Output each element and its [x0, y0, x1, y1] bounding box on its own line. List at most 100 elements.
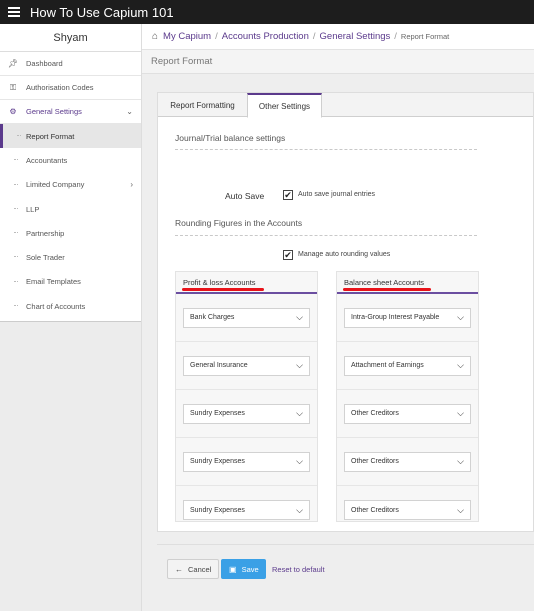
sidebar-item-limited-company[interactable]: Limited Company ›: [0, 172, 141, 197]
annotation-underline: [343, 288, 431, 291]
account-select[interactable]: General Insurance ⌵: [183, 355, 310, 376]
breadcrumb-separator: /: [312, 31, 316, 42]
sidebar-item-label: Chart of Accounts: [26, 301, 86, 311]
breadcrumb-accounts-production[interactable]: Accounts Production: [222, 31, 309, 42]
chevron-down-icon: ⌵: [457, 360, 464, 370]
submenu-end: [0, 318, 141, 323]
sidebar-item-label: Email Templates: [26, 277, 81, 287]
key-icon: ⚿: [9, 82, 17, 92]
breadcrumb: ⌂ My Capium / Accounts Production / Gene…: [142, 24, 534, 50]
sidebar-item-authorisation-codes[interactable]: ⚿ Authorisation Codes: [0, 76, 141, 100]
select-value: Bank Charges: [190, 314, 235, 321]
sidebar-item-report-format[interactable]: Report Format: [0, 124, 141, 149]
sidebar-item-chart-of-accounts[interactable]: Chart of Accounts: [0, 294, 141, 319]
account-select[interactable]: Other Creditors ⌵: [344, 500, 471, 520]
profit-loss-title: Profit & loss Accounts: [183, 277, 256, 287]
chevron-down-icon: ⌄: [126, 107, 133, 116]
breadcrumb-general-settings[interactable]: General Settings: [320, 31, 391, 42]
sidebar-item-accountants[interactable]: Accountants: [0, 148, 141, 173]
divider: [175, 235, 477, 236]
breadcrumb-my-capium[interactable]: My Capium: [163, 31, 211, 42]
checkmark-icon: ✔: [284, 249, 292, 260]
pin-icon: 📌︎: [7, 59, 19, 68]
breadcrumb-separator: /: [394, 31, 397, 42]
account-select[interactable]: Other Creditors ⌵: [344, 403, 471, 424]
sidebar-item-llp[interactable]: LLP: [0, 196, 141, 222]
journal-section-title: Journal/Trial balance settings: [175, 133, 286, 143]
sidebar-item-label: Limited Company: [26, 180, 85, 190]
list-item: Bank Charges ⌵: [176, 294, 317, 342]
list-item: General Insurance ⌵: [176, 342, 317, 390]
select-value: Sundry Expenses: [190, 458, 245, 465]
sidebar: Shyam 📌︎ Dashboard ⚿ Authorisation Codes…: [0, 24, 142, 611]
manage-rounding-text: Manage auto rounding values: [298, 251, 391, 258]
floppy-disk-icon: ▣: [229, 564, 237, 574]
select-value: Attachment of Earnings: [351, 362, 424, 369]
menu-icon[interactable]: [8, 5, 20, 19]
sidebar-item-label: Accountants: [26, 155, 68, 165]
sidebar-item-email-templates[interactable]: Email Templates: [0, 269, 141, 295]
form-footer: ← Cancel ▣ Save Reset to default: [157, 544, 534, 599]
balance-sheet-header: Balance sheet Accounts: [337, 272, 478, 294]
select-value: Sundry Expenses: [190, 506, 245, 514]
sidebar-item-label: Report Format: [26, 131, 75, 141]
account-select[interactable]: Attachment of Earnings ⌵: [344, 355, 471, 376]
balance-sheet-panel: Balance sheet Accounts Intra-Group Inter…: [336, 271, 479, 522]
profit-loss-panel: Profit & loss Accounts Bank Charges ⌵ Gen…: [175, 271, 318, 522]
chevron-down-icon: ⌵: [457, 312, 464, 322]
sidebar-item-general-settings[interactable]: ⚙ General Settings ⌄: [0, 100, 141, 124]
chevron-down-icon: ⌵: [457, 408, 464, 418]
sidebar-submenu: Report Format Accountants Limited Compan…: [0, 124, 141, 323]
divider: [175, 149, 477, 150]
sidebar-item-label: Dashboard: [26, 59, 63, 68]
select-value: Other Creditors: [351, 458, 399, 465]
sidebar-item-label: Sole Trader: [26, 253, 65, 263]
account-select[interactable]: Sundry Expenses ⌵: [183, 451, 310, 472]
home-icon[interactable]: ⌂: [152, 31, 158, 42]
sidebar-item-label: General Settings: [26, 107, 82, 116]
chevron-down-icon: ⌵: [296, 312, 303, 322]
list-item: Other Creditors ⌵: [337, 438, 478, 486]
top-bar: How To Use Capium 101: [0, 0, 534, 24]
list-item: Sundry Expenses ⌵: [176, 390, 317, 438]
account-select[interactable]: Intra-Group Interest Payable ⌵: [344, 307, 471, 328]
account-select[interactable]: Sundry Expenses ⌵: [183, 500, 310, 520]
breadcrumb-current: Report Format: [400, 32, 450, 41]
auto-save-checkbox[interactable]: ✔: [283, 190, 293, 200]
sidebar-item-dashboard[interactable]: 📌︎ Dashboard: [0, 52, 141, 76]
breadcrumb-separator: /: [215, 31, 218, 42]
account-select[interactable]: Bank Charges ⌵: [183, 307, 310, 328]
account-select[interactable]: Other Creditors ⌵: [344, 451, 471, 472]
app-title: How To Use Capium 101: [30, 4, 174, 20]
user-name[interactable]: Shyam: [0, 24, 141, 52]
save-button[interactable]: ▣ Save: [221, 559, 266, 579]
select-value: Sundry Expenses: [190, 410, 245, 417]
select-value: Intra-Group Interest Payable: [351, 314, 440, 321]
sidebar-item-label: Authorisation Codes: [26, 83, 94, 92]
annotation-underline: [182, 288, 264, 291]
chevron-down-icon: ⌵: [457, 504, 464, 515]
account-select[interactable]: Sundry Expenses ⌵: [183, 403, 310, 424]
page-title: Report Format: [142, 50, 534, 74]
reset-to-default-link[interactable]: Reset to default: [272, 559, 325, 579]
chevron-down-icon: ⌵: [296, 360, 303, 370]
main-content: ⌂ My Capium / Accounts Production / Gene…: [142, 24, 534, 611]
list-item: Other Creditors ⌵: [337, 390, 478, 438]
sidebar-item-partnership[interactable]: Partnership: [0, 221, 141, 246]
profit-loss-header: Profit & loss Accounts: [176, 272, 317, 294]
settings-card: Report Formatting Other Settings Journal…: [157, 92, 534, 532]
sidebar-item-label: Partnership: [26, 228, 65, 238]
tab-report-formatting[interactable]: Report Formatting: [158, 93, 247, 117]
chevron-right-icon: ›: [130, 180, 133, 190]
chevron-down-icon: ⌵: [296, 504, 303, 515]
tab-other-settings[interactable]: Other Settings: [247, 93, 322, 118]
rounding-section-title: Rounding Figures in the Accounts: [175, 218, 303, 228]
chevron-down-icon: ⌵: [296, 456, 303, 466]
cancel-label: Cancel: [188, 564, 212, 574]
cancel-button[interactable]: ← Cancel: [167, 559, 219, 579]
select-value: Other Creditors: [351, 506, 399, 514]
manage-rounding-checkbox[interactable]: ✔: [283, 250, 293, 260]
sidebar-item-sole-trader[interactable]: Sole Trader: [0, 245, 141, 270]
auto-save-label: Auto Save: [225, 191, 265, 201]
auto-save-text: Auto save journal entries: [298, 191, 376, 198]
